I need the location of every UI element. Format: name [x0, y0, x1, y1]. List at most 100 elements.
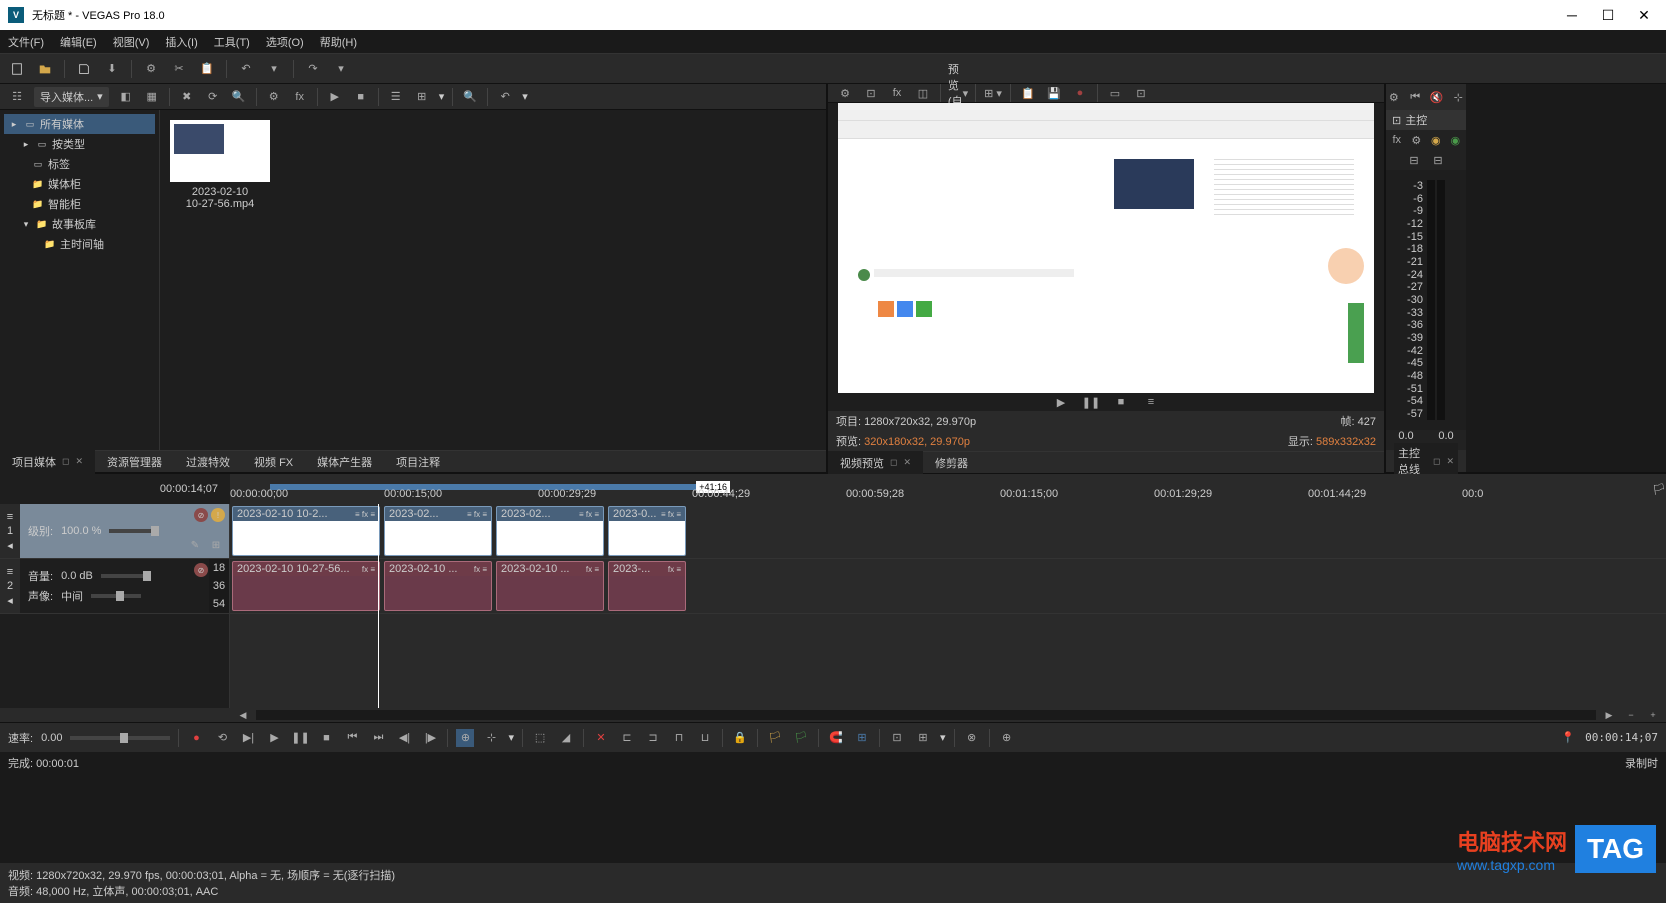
tree-by-type[interactable]: ▸▭按类型 — [4, 134, 155, 154]
preview-ext-icon[interactable]: ⊡ — [862, 84, 880, 102]
media-clip[interactable]: 2023-02-10 10-27-56.mp4 — [170, 120, 270, 210]
play-icon[interactable]: ▶ — [326, 88, 344, 106]
timeline-ruler[interactable]: +41;16 00:00:00;0000:00:15;0000:00:29;29… — [230, 474, 1652, 504]
gear-icon[interactable]: ⚙ — [265, 88, 283, 106]
tree-main-timeline[interactable]: 📁主时间轴 — [4, 234, 155, 254]
menu-view[interactable]: 视图(V) — [113, 34, 150, 50]
auto-ripple-icon[interactable]: ⊞ — [914, 729, 932, 747]
open-icon[interactable] — [36, 60, 54, 78]
undo-icon[interactable]: ↶ — [237, 60, 255, 78]
trim-start-icon[interactable]: ⊏ — [618, 729, 636, 747]
tab-close-icon[interactable]: ✕ — [75, 456, 83, 467]
trim-end-icon[interactable]: ⊐ — [644, 729, 662, 747]
master-solo-icon[interactable]: ◉ — [1449, 131, 1463, 149]
select-icon[interactable]: ⬚ — [531, 729, 549, 747]
video-clip[interactable]: 2023-02...≡ fx ≡ — [384, 506, 492, 556]
track-1-header[interactable]: ≡1◂ 级别:100.0 % ⊘ ! ✎ ⊞ — [0, 504, 229, 559]
tab-project-notes[interactable]: 项目注释 — [384, 450, 452, 474]
marker2-icon[interactable]: 🏳 — [792, 729, 810, 747]
menu-help[interactable]: 帮助(H) — [320, 34, 357, 50]
stop-icon[interactable]: ■ — [317, 729, 335, 747]
audio-clip[interactable]: 2023-02-10 ...fx ≡ — [384, 561, 492, 611]
goto-start-icon[interactable]: ⏮ — [343, 729, 361, 747]
master-link-icon[interactable]: ⊟ — [1405, 151, 1423, 169]
envelope-icon[interactable]: ◢ — [557, 729, 575, 747]
tab-project-media[interactable]: 项目媒体◻✕ — [0, 450, 95, 474]
tree-all-media[interactable]: ▸▭所有媒体 — [4, 114, 155, 134]
preview-fx-icon[interactable]: fx — [888, 84, 906, 102]
playback-menu-icon[interactable]: ≡ — [1142, 393, 1160, 411]
master-fx-icon[interactable]: fx — [1390, 131, 1404, 149]
marker-button[interactable]: 🏳 — [1652, 474, 1666, 504]
view-grid-icon[interactable]: ⊞ — [413, 88, 431, 106]
timeline-scrollbar[interactable] — [256, 710, 1596, 720]
tab-transitions[interactable]: 过渡特效 — [174, 450, 242, 474]
search-icon[interactable]: 🔍 — [230, 88, 248, 106]
timecode-display[interactable]: 00:00:14;07 — [0, 474, 230, 504]
split-icon[interactable]: ⊓ — [670, 729, 688, 747]
timeline-marker-icon[interactable]: 📍 — [1559, 729, 1577, 747]
preview-quality-button[interactable]: 预览(自动) ▾ — [949, 84, 967, 102]
tab-media-generators[interactable]: 媒体产生器 — [305, 450, 384, 474]
video-clip[interactable]: 2023-02...≡ fx ≡ — [496, 506, 604, 556]
preview-scale-icon[interactable]: ⊡ — [1132, 84, 1150, 102]
crossfade-icon[interactable]: ⊗ — [963, 729, 981, 747]
tab-trimmer[interactable]: 修剪器 — [923, 451, 980, 475]
stop-icon[interactable]: ■ — [352, 88, 370, 106]
marker1-icon[interactable]: 🏳 — [766, 729, 784, 747]
tab-pin-icon[interactable]: ◻ — [62, 456, 69, 467]
track-fx-icon[interactable]: ⊞ — [207, 536, 225, 554]
pause-icon[interactable]: ❚❚ — [291, 729, 309, 747]
play-button[interactable]: ▶ — [1052, 393, 1070, 411]
video-clip[interactable]: 2023-0...≡ fx ≡ — [608, 506, 686, 556]
minimize-button[interactable]: ─ — [1566, 9, 1578, 21]
preview-overlay-icon[interactable]: ▭ — [1106, 84, 1124, 102]
goto-end-icon[interactable]: ⏭ — [369, 729, 387, 747]
master-link2-icon[interactable]: ⊟ — [1429, 151, 1447, 169]
track-automation-icon[interactable]: ✎ — [186, 536, 204, 554]
playhead[interactable] — [378, 504, 379, 708]
preview-record-icon[interactable]: ● — [1071, 84, 1089, 102]
tree-media-bin[interactable]: 📁媒体柜 — [4, 174, 155, 194]
render-icon[interactable]: ⬇ — [103, 60, 121, 78]
close-button[interactable]: ✕ — [1638, 9, 1650, 21]
undo-dropdown-icon[interactable]: ▾ — [265, 60, 283, 78]
snap-icon[interactable]: 🧲 — [827, 729, 845, 747]
tree-storyboard[interactable]: ▾📁故事板库 — [4, 214, 155, 234]
preview-props-icon[interactable]: ⚙ — [836, 84, 854, 102]
master-gear-icon[interactable]: ⚙ — [1410, 131, 1424, 149]
preview-grid-icon[interactable]: ⊞ ▾ — [984, 84, 1002, 102]
view-list-icon[interactable]: ☰ — [387, 88, 405, 106]
record-icon[interactable]: ● — [187, 729, 205, 747]
track-2-lane[interactable]: 2023-02-10 10-27-56...fx ≡ 2023-02-10 ..… — [230, 559, 1666, 614]
tab-pin-icon[interactable]: ◻ — [890, 457, 897, 468]
audio-clip[interactable]: 2023-...fx ≡ — [608, 561, 686, 611]
video-clip[interactable]: 2023-02-10 10-2...≡ fx ≡ — [232, 506, 380, 556]
media-props-icon[interactable]: ☷ — [8, 88, 26, 106]
get-media-icon[interactable]: ▦ — [143, 88, 161, 106]
refresh-icon[interactable]: ⟳ — [204, 88, 222, 106]
track-2-header[interactable]: ≡2◂ 音量:0.0 dB 声像:中间 ⊘ ! 18 36 54 — [0, 559, 229, 614]
menu-options[interactable]: 选项(O) — [266, 34, 304, 50]
normal-edit-icon[interactable]: ⊕ — [456, 729, 474, 747]
tab-explorer[interactable]: 资源管理器 — [95, 450, 174, 474]
tab-video-fx[interactable]: 视频 FX — [242, 450, 305, 474]
ripple-icon[interactable]: ⊡ — [888, 729, 906, 747]
properties-icon[interactable]: ⚙ — [142, 60, 160, 78]
play-start-icon[interactable]: ▶| — [239, 729, 257, 747]
master-mute-icon[interactable]: ◉ — [1429, 131, 1443, 149]
audio-clip[interactable]: 2023-02-10 10-27-56...fx ≡ — [232, 561, 380, 611]
tab-close-icon[interactable]: ✕ — [903, 457, 911, 468]
master-options-icon[interactable]: ⊹ — [1451, 88, 1467, 106]
track-mute-icon[interactable]: ⊘ — [194, 563, 208, 577]
track-solo-icon[interactable]: ! — [211, 508, 225, 522]
delete-icon[interactable]: ✕ — [592, 729, 610, 747]
menu-tools[interactable]: 工具(T) — [214, 34, 250, 50]
track-area[interactable]: 2023-02-10 10-2...≡ fx ≡ 2023-02...≡ fx … — [230, 504, 1666, 708]
cut-icon[interactable]: ✂ — [170, 60, 188, 78]
rate-slider[interactable] — [70, 736, 170, 740]
loop-icon[interactable]: ⟲ — [213, 729, 231, 747]
track-1-lane[interactable]: 2023-02-10 10-2...≡ fx ≡ 2023-02...≡ fx … — [230, 504, 1666, 559]
preview-save-icon[interactable]: 💾 — [1045, 84, 1063, 102]
menu-file[interactable]: 文件(F) — [8, 34, 44, 50]
